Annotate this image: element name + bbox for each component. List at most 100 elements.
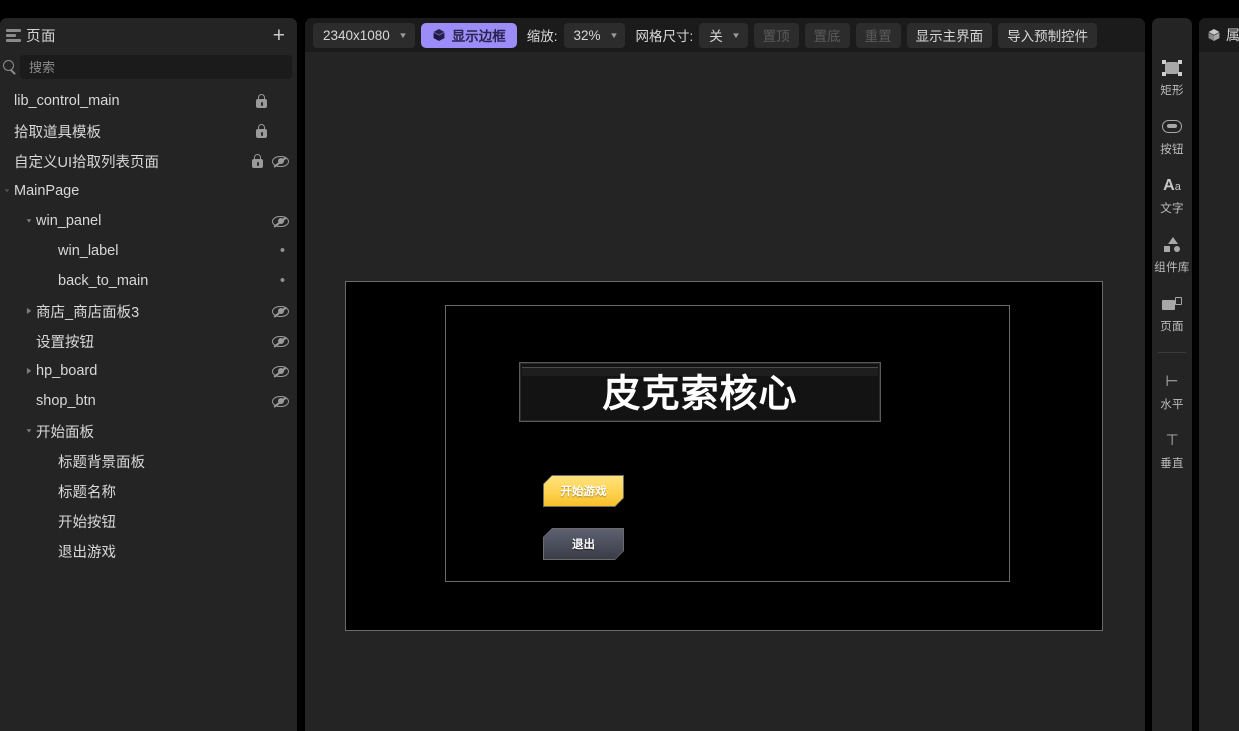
- tree-row[interactable]: shop_btn: [0, 386, 297, 416]
- tree-row-icons: •: [276, 276, 289, 286]
- tree-row-label: 开始按钮: [58, 511, 116, 532]
- lock-icon[interactable]: [255, 124, 268, 138]
- chevron-down-icon: ▼: [609, 31, 619, 40]
- chevron-right-icon[interactable]: [22, 296, 36, 326]
- eye-hidden-icon[interactable]: [272, 215, 289, 228]
- tree-row-icons: [272, 215, 289, 228]
- search-input[interactable]: [20, 55, 292, 79]
- tree-indent: [0, 86, 14, 116]
- tree-row-label: 拾取道具模板: [14, 121, 101, 142]
- chevron-down-icon[interactable]: [0, 176, 14, 206]
- align-vertical-icon: ⊤: [1165, 431, 1178, 451]
- page-icon: [1162, 294, 1182, 314]
- chevron-right-icon[interactable]: [22, 356, 36, 386]
- tree-row-label: 标题名称: [58, 481, 116, 502]
- page-title: 页面: [26, 25, 56, 46]
- tree-row[interactable]: 标题背景面板: [0, 446, 297, 476]
- tool-align-horizontal-label: 水平: [1160, 396, 1184, 412]
- chevron-down-icon[interactable]: [22, 206, 36, 236]
- align-horizontal-icon: ⊢: [1165, 372, 1178, 392]
- tool-page[interactable]: 页面: [1152, 284, 1192, 343]
- tool-rectangle[interactable]: 矩形: [1152, 48, 1192, 107]
- editor-window: 页面 + lib_control_main 拾取道具模板自定义UI拾取列表页面Ma…: [0, 0, 1239, 731]
- tree-indent: [0, 116, 14, 146]
- tree-row-icons: [255, 94, 289, 108]
- list-icon: [6, 28, 22, 42]
- tree-row-icons: [272, 365, 289, 378]
- eye-hidden-icon[interactable]: [272, 155, 289, 168]
- dot-icon[interactable]: •: [276, 246, 289, 256]
- tool-rectangle-label: 矩形: [1160, 82, 1184, 98]
- chevron-down-icon[interactable]: [22, 416, 36, 446]
- eye-hidden-icon[interactable]: [272, 365, 289, 378]
- show-border-toggle[interactable]: 显示边框: [421, 23, 517, 48]
- eye-hidden-icon[interactable]: [272, 395, 289, 408]
- tree-row-label: shop_btn: [36, 393, 96, 409]
- tool-component-library[interactable]: 组件库: [1152, 225, 1192, 284]
- tree-row-label: 标题背景面板: [58, 451, 145, 472]
- game-title: 皮克索核心: [520, 375, 880, 413]
- tree-row[interactable]: 退出游戏: [0, 536, 297, 566]
- resolution-select[interactable]: 2340x1080 ▼: [313, 23, 415, 48]
- page-tree: lib_control_main 拾取道具模板自定义UI拾取列表页面MainPag…: [0, 82, 297, 566]
- eye-hidden-icon[interactable]: [272, 335, 289, 348]
- tree-row[interactable]: 商店_商店面板3: [0, 296, 297, 326]
- chevron-down-icon: ▼: [731, 31, 741, 40]
- tree-row-label: win_label: [58, 243, 118, 259]
- lock-icon[interactable]: [255, 94, 268, 108]
- tool-button[interactable]: 按钮: [1152, 107, 1192, 166]
- dot-icon[interactable]: •: [276, 276, 289, 286]
- start-panel[interactable]: 皮克索核心 开始游戏 退出: [445, 305, 1010, 582]
- tree-row-label: back_to_main: [58, 273, 148, 289]
- zoom-label: 缩放:: [527, 25, 558, 45]
- grid-size-select[interactable]: 关 ▼: [699, 23, 747, 48]
- button-icon: [1162, 117, 1182, 137]
- tree-row[interactable]: 开始面板: [0, 416, 297, 446]
- title-background-panel[interactable]: 皮克索核心: [519, 362, 881, 422]
- search-icon: [0, 57, 20, 77]
- exit-button-shell: 退出: [543, 528, 624, 560]
- start-button-label: 开始游戏: [544, 476, 623, 506]
- tree-row[interactable]: 自定义UI拾取列表页面: [0, 146, 297, 176]
- tree-indent: [44, 536, 58, 566]
- canvas-toolbar: 2340x1080 ▼ 显示边框 缩放: 32% ▼ 网格尺寸: 关 ▼: [305, 18, 1145, 52]
- tree-row[interactable]: win_panel: [0, 206, 297, 236]
- show-main-ui-button[interactable]: 显示主界面: [907, 23, 993, 48]
- pages-panel-header: 页面 +: [0, 18, 297, 52]
- tree-row[interactable]: MainPage: [0, 176, 297, 206]
- canvas-workspace[interactable]: 皮克索核心 开始游戏 退出: [305, 52, 1145, 731]
- start-game-button[interactable]: 开始游戏: [543, 475, 624, 507]
- tree-indent: [44, 506, 58, 536]
- pages-panel: 页面 + lib_control_main 拾取道具模板自定义UI拾取列表页面Ma…: [0, 18, 297, 731]
- tree-indent: [44, 476, 58, 506]
- show-border-label: 显示边框: [452, 25, 506, 45]
- tree-row[interactable]: 拾取道具模板: [0, 116, 297, 146]
- reset-button[interactable]: 重置: [856, 23, 901, 48]
- zoom-select[interactable]: 32% ▼: [564, 23, 626, 48]
- game-preview-frame[interactable]: 皮克索核心 开始游戏 退出: [345, 281, 1103, 631]
- tool-align-vertical[interactable]: ⊤ 垂直: [1152, 421, 1192, 480]
- properties-panel: 属性: [1199, 18, 1239, 731]
- exit-game-button[interactable]: 退出: [543, 528, 624, 560]
- tree-row-label: hp_board: [36, 363, 97, 379]
- import-prefab-button[interactable]: 导入预制控件: [998, 23, 1097, 48]
- tool-align-horizontal[interactable]: ⊢ 水平: [1152, 362, 1192, 421]
- tree-row[interactable]: 开始按钮: [0, 506, 297, 536]
- tree-row[interactable]: win_label •: [0, 236, 297, 266]
- tree-row[interactable]: 设置按钮: [0, 326, 297, 356]
- start-button-shell: 开始游戏: [543, 475, 624, 507]
- component-library-icon: [1162, 235, 1182, 255]
- tree-row[interactable]: lib_control_main: [0, 86, 297, 116]
- tree-indent: [22, 386, 36, 416]
- tree-indent: [0, 146, 14, 176]
- properties-title: 属性: [1226, 25, 1239, 45]
- lock-icon[interactable]: [251, 154, 264, 168]
- bring-to-front-button[interactable]: 置顶: [754, 23, 799, 48]
- tool-text[interactable]: Aa 文字: [1152, 166, 1192, 225]
- tree-row[interactable]: back_to_main •: [0, 266, 297, 296]
- tree-row[interactable]: 标题名称: [0, 476, 297, 506]
- eye-hidden-icon[interactable]: [272, 305, 289, 318]
- tree-row[interactable]: hp_board: [0, 356, 297, 386]
- send-to-back-button[interactable]: 置底: [805, 23, 850, 48]
- add-page-button[interactable]: +: [271, 25, 287, 46]
